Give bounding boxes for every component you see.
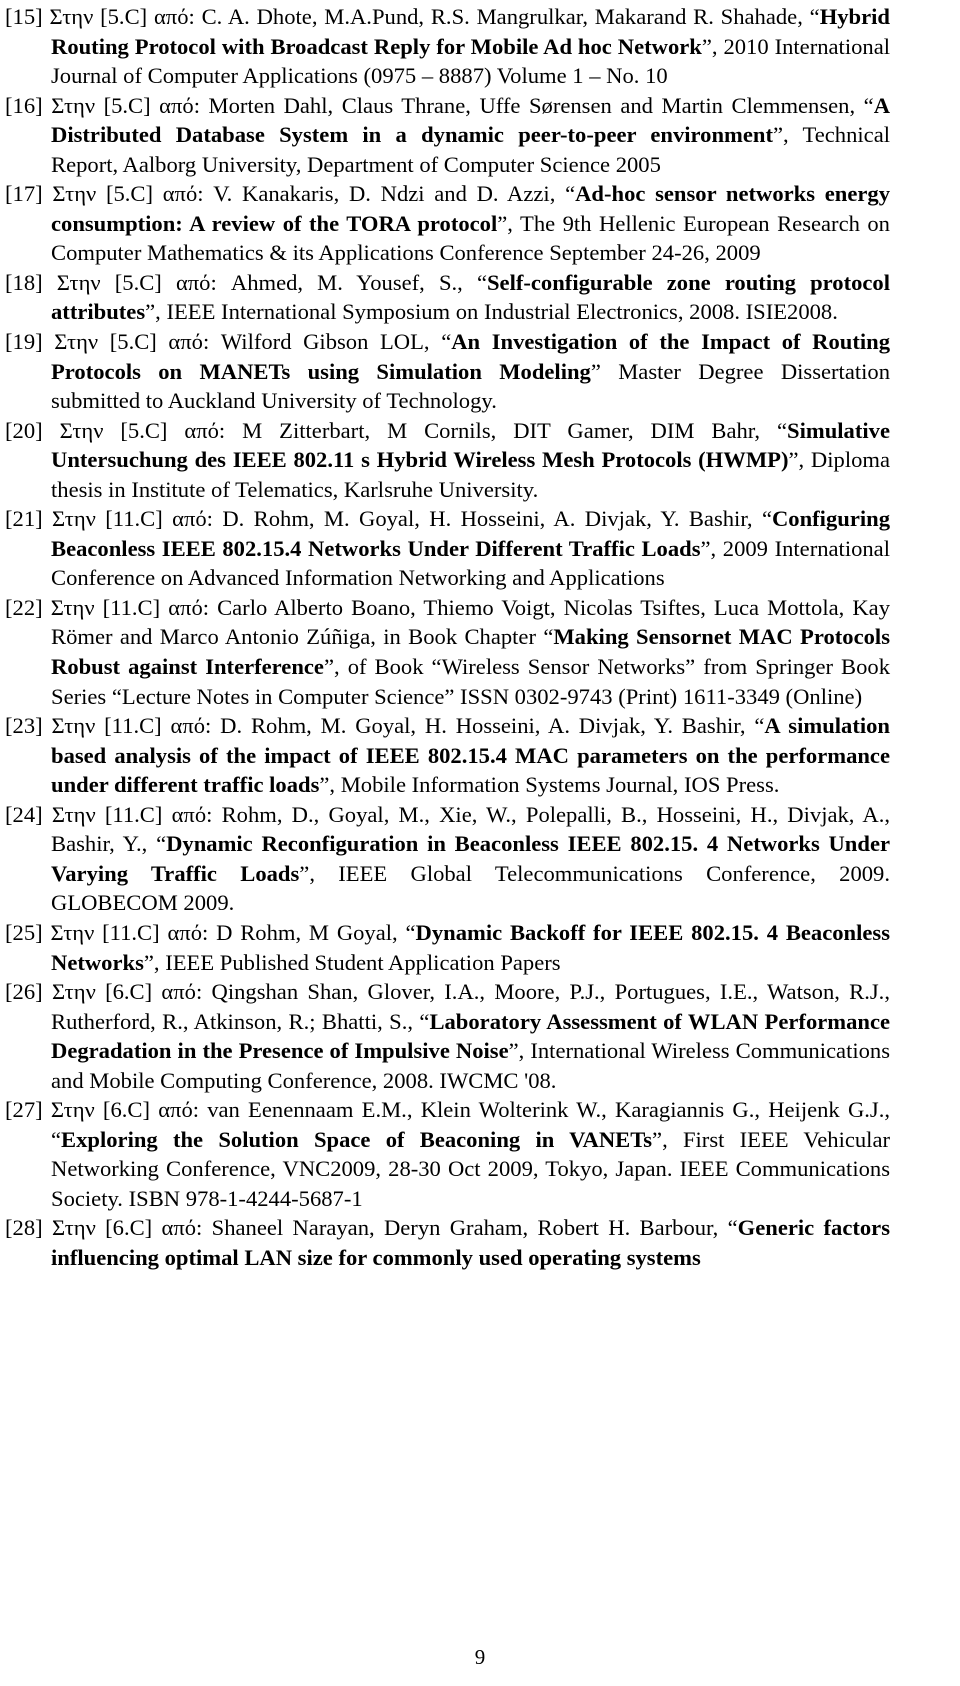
reference-number: [26] bbox=[5, 979, 43, 1005]
reference-open-quote: “ bbox=[543, 624, 554, 650]
reference-authors: D. Rohm, M. Goyal, H. Hosseini, A. Divja… bbox=[220, 713, 755, 739]
reference-close-quote: ” bbox=[772, 122, 784, 148]
reference-authors: Shaneel Narayan, Deryn Graham, Robert H.… bbox=[211, 1215, 728, 1241]
reference-close-quote: ” bbox=[788, 447, 799, 473]
reference-venue: , Mobile Information Systems Journal, IO… bbox=[329, 772, 780, 798]
reference-source-prefix: Στην [5.C] από: bbox=[59, 417, 243, 443]
reference-number: [18] bbox=[5, 269, 43, 295]
reference-open-quote: “ bbox=[863, 92, 874, 118]
reference-source-prefix: Στην [11.C] από: bbox=[51, 801, 222, 827]
reference-venue: , IEEE Published Student Application Pap… bbox=[153, 949, 561, 975]
reference-title: Exploring the Solution Space of Beaconin… bbox=[61, 1126, 653, 1152]
reference-close-quote: ” bbox=[700, 535, 711, 561]
reference-source-prefix: Στην [5.C] από: bbox=[51, 92, 209, 118]
reference-close-quote: ” bbox=[323, 654, 334, 680]
reference-entry: [19] Στην [5.C] από: Wilford Gibson LOL,… bbox=[5, 327, 890, 416]
reference-entry: [17] Στην [5.C] από: V. Kanakaris, D. Nd… bbox=[5, 179, 890, 268]
reference-number: [22] bbox=[5, 594, 43, 620]
reference-authors: M Zitterbart, M Cornils, DIT Gamer, DIM … bbox=[242, 417, 778, 443]
document-page: [15] Στην [5.C] από: C. A. Dhote, M.A.Pu… bbox=[0, 0, 960, 1686]
reference-authors: Morten Dahl, Claus Thrane, Uffe Sørensen… bbox=[208, 92, 864, 118]
reference-open-quote: “ bbox=[441, 329, 452, 355]
reference-open-quote: “ bbox=[51, 1126, 62, 1152]
reference-authors: C. A. Dhote, M.A.Pund, R.S. Mangrulkar, … bbox=[201, 4, 810, 29]
reference-close-quote: ” bbox=[508, 1038, 519, 1064]
reference-open-quote: “ bbox=[565, 181, 576, 207]
reference-open-quote: “ bbox=[754, 713, 765, 739]
reference-number: [17] bbox=[5, 181, 43, 207]
reference-venue: , IEEE International Symposium on Indust… bbox=[155, 299, 838, 325]
reference-list: [15] Στην [5.C] από: C. A. Dhote, M.A.Pu… bbox=[5, 2, 890, 1273]
reference-source-prefix: Στην [6.C] από: bbox=[51, 979, 212, 1005]
reference-entry: [22] Στην [11.C] από: Carlo Alberto Boan… bbox=[5, 593, 890, 711]
reference-open-quote: “ bbox=[405, 919, 416, 945]
reference-entry: [25] Στην [11.C] από: D Rohm, M Goyal, “… bbox=[5, 918, 890, 977]
reference-open-quote: “ bbox=[809, 4, 820, 29]
reference-number: [25] bbox=[5, 919, 43, 945]
reference-open-quote: “ bbox=[476, 269, 487, 295]
reference-source-prefix: Στην [5.C] από: bbox=[54, 329, 221, 355]
reference-authors: Ahmed, M. Yousef, S., bbox=[230, 269, 477, 295]
reference-open-quote: “ bbox=[727, 1215, 738, 1241]
reference-entry: [23] Στην [11.C] από: D. Rohm, M. Goyal,… bbox=[5, 711, 890, 800]
reference-close-quote: ” bbox=[652, 1126, 663, 1152]
reference-entry: [28] Στην [6.C] από: Shaneel Narayan, De… bbox=[5, 1213, 890, 1272]
reference-open-quote: “ bbox=[419, 1008, 430, 1034]
reference-number: [23] bbox=[5, 713, 43, 739]
reference-source-prefix: Στην [6.C] από: bbox=[51, 1215, 212, 1241]
reference-entry: [18] Στην [5.C] από: Ahmed, M. Yousef, S… bbox=[5, 268, 890, 327]
reference-close-quote: ” bbox=[145, 299, 156, 325]
reference-number: [20] bbox=[5, 417, 43, 443]
reference-source-prefix: Στην [5.C] από: bbox=[49, 4, 202, 29]
reference-source-prefix: Στην [5.C] από: bbox=[56, 269, 231, 295]
reference-number: [21] bbox=[5, 506, 43, 532]
reference-source-prefix: Στην [11.C] από: bbox=[52, 506, 223, 532]
reference-source-prefix: Στην [6.C] από: bbox=[50, 1097, 208, 1123]
reference-source-prefix: Στην [11.C] από: bbox=[50, 594, 218, 620]
reference-authors: Wilford Gibson LOL, bbox=[220, 329, 442, 355]
reference-entry: [16] Στην [5.C] από: Morten Dahl, Claus … bbox=[5, 91, 890, 180]
reference-entry: [24] Στην [11.C] από: Rohm, D., Goyal, M… bbox=[5, 800, 890, 918]
reference-open-quote: “ bbox=[761, 506, 772, 532]
reference-close-quote: ” bbox=[299, 860, 310, 886]
reference-authors: D. Rohm, M. Goyal, H. Hosseini, A. Divja… bbox=[222, 506, 762, 532]
reference-authors: V. Kanakaris, D. Ndzi and D. Azzi, bbox=[213, 181, 566, 207]
page-number: 9 bbox=[474, 1645, 486, 1669]
reference-number: [27] bbox=[5, 1097, 43, 1123]
reference-authors: D Rohm, M Goyal, bbox=[216, 919, 406, 945]
reference-close-quote: ” bbox=[590, 358, 601, 384]
reference-open-quote: “ bbox=[777, 417, 788, 443]
reference-close-quote: ” bbox=[143, 949, 154, 975]
reference-entry: [20] Στην [5.C] από: M Zitterbart, M Cor… bbox=[5, 416, 890, 505]
reference-close-quote: ” bbox=[701, 33, 712, 59]
reference-number: [28] bbox=[5, 1215, 43, 1241]
reference-source-prefix: Στην [5.C] από: bbox=[52, 181, 214, 207]
reference-number: [16] bbox=[5, 92, 43, 118]
reference-number: [19] bbox=[5, 329, 43, 355]
reference-entry: [27] Στην [6.C] από: van Eenennaam E.M.,… bbox=[5, 1095, 890, 1213]
reference-entry: [26] Στην [6.C] από: Qingshan Shan, Glov… bbox=[5, 977, 890, 1095]
reference-source-prefix: Στην [11.C] από: bbox=[51, 713, 221, 739]
reference-number: [15] bbox=[5, 4, 43, 29]
reference-number: [24] bbox=[5, 801, 43, 827]
reference-source-prefix: Στην [11.C] από: bbox=[50, 919, 217, 945]
reference-close-quote: ” bbox=[497, 210, 508, 236]
reference-open-quote: “ bbox=[156, 831, 167, 857]
reference-entry: [21] Στην [11.C] από: D. Rohm, M. Goyal,… bbox=[5, 504, 890, 593]
reference-authors: van Eenennaam E.M., Klein Wolterink W., … bbox=[207, 1097, 890, 1123]
reference-close-quote: ” bbox=[319, 772, 330, 798]
reference-entry: [15] Στην [5.C] από: C. A. Dhote, M.A.Pu… bbox=[5, 2, 890, 91]
